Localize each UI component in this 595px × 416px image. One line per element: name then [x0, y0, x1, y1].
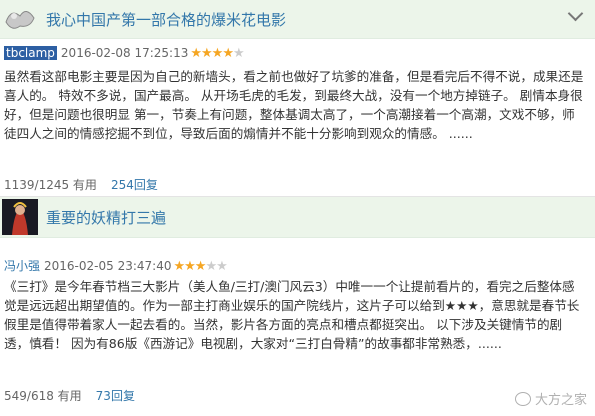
review-header: 我心中国产第一部合格的爆米花电影	[0, 0, 595, 39]
review-card: 我心中国产第一部合格的爆米花电影 tbclamp 2016-02-08 17:25…	[0, 0, 595, 196]
rating-stars: ★★★★★	[190, 46, 244, 61]
review-header: 重要的妖精打三遍	[0, 197, 595, 238]
review-footer: 1139/1245 有用 254回复	[4, 176, 158, 193]
rating-stars: ★★★★★	[173, 259, 227, 274]
review-author[interactable]: 冯小强	[4, 259, 40, 273]
review-meta: 冯小强 2016-02-05 23:47:40 ★★★★★	[4, 257, 228, 274]
review-date: 2016-02-08 17:25:13	[60, 46, 189, 60]
reply-count[interactable]: 73回复	[96, 389, 135, 403]
wechat-icon	[514, 392, 531, 406]
review-meta: tbclamp 2016-02-08 17:25:13 ★★★★★	[4, 46, 245, 61]
review-body: 虽然看这部电影主要是因为自己的新墙头，看之前也做好了坑爹的准备，但是看完后不得不…	[4, 69, 584, 141]
useful-count[interactable]: 1139/1245 有用	[4, 178, 97, 192]
watermark-text: 大方之家	[534, 393, 587, 408]
chevron-down-icon[interactable]	[567, 5, 584, 22]
review-body: 《三打》是今年春节档三大影片（美人鱼/三打/澳门风云3）中唯一一个让提前看片的，…	[4, 279, 580, 351]
review-title[interactable]: 我心中国产第一部合格的爆米花电影	[46, 9, 286, 30]
movie-poster-avatar[interactable]	[2, 2, 38, 36]
useful-count[interactable]: 549/618 有用	[4, 389, 82, 403]
reply-count[interactable]: 254回复	[111, 178, 158, 192]
review-title[interactable]: 重要的妖精打三遍	[46, 207, 166, 228]
review-footer: 549/618 有用 73回复	[4, 387, 135, 404]
review-card: 重要的妖精打三遍 冯小强 2016-02-05 23:47:40 ★★★★★ 《三打…	[0, 197, 595, 416]
review-author[interactable]: tbclamp	[4, 46, 57, 60]
review-date: 2016-02-05 23:47:40	[44, 259, 172, 273]
watermark: 大方之家	[514, 389, 587, 408]
movie-poster-avatar[interactable]	[2, 199, 38, 235]
